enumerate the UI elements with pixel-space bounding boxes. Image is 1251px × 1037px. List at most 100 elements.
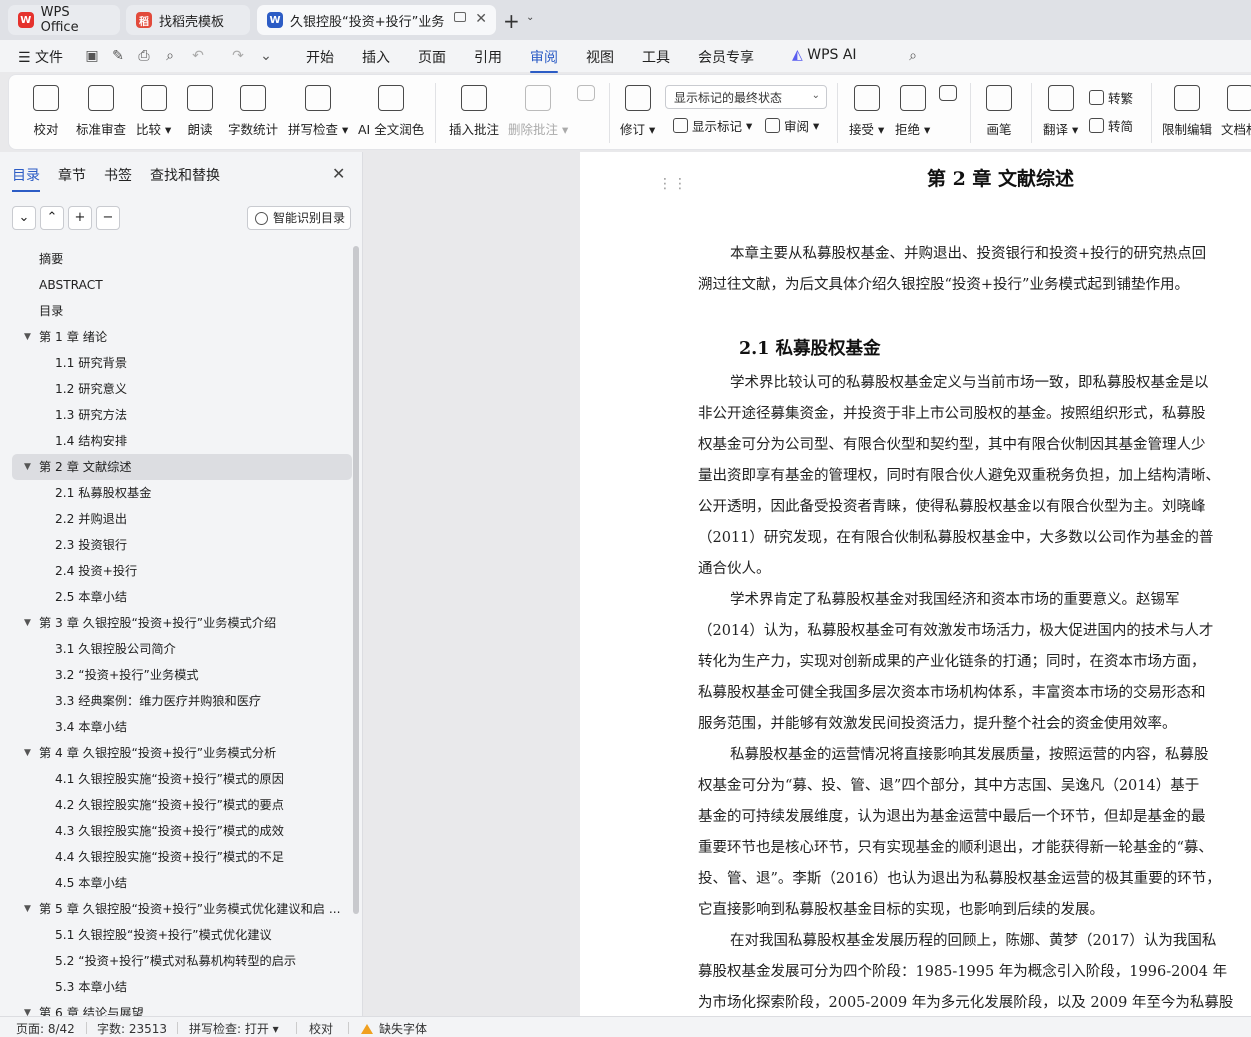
toc-item[interactable]: ▼ 第 1 章 绪论 — [12, 324, 352, 350]
toc-item[interactable]: 2.5 本章小结 — [12, 584, 352, 610]
nav-tab-find-replace[interactable]: 查找和替换 — [150, 165, 220, 185]
review-pane-button[interactable]: 审阅 ▾ — [765, 115, 819, 135]
restrict-edit-button[interactable]: 限制编辑 — [1162, 75, 1212, 151]
word-count[interactable]: 字数: 23513 — [97, 1020, 167, 1037]
review-pane-icon — [765, 117, 780, 133]
toc-item[interactable]: 摘要 — [12, 246, 352, 272]
expand-caret-icon[interactable]: ▼ — [24, 610, 31, 636]
change-nav-button[interactable] — [939, 75, 957, 151]
chevron-down-icon[interactable]: ⌄ — [526, 12, 534, 23]
expand-up-button[interactable]: ⌃ — [40, 206, 64, 230]
toc-item[interactable]: 4.1 久银控股实施“投资+投行”模式的原因 — [12, 766, 352, 792]
accept-button[interactable]: 接受 ▾ — [849, 75, 884, 151]
word-count-button[interactable]: 字数统计 — [228, 75, 278, 151]
toc-item[interactable]: 3.4 本章小结 — [12, 714, 352, 740]
show-markup-button[interactable]: 显示标记 ▾ — [673, 115, 752, 135]
delete-comment-button[interactable]: 删除批注 ▾ — [508, 75, 568, 151]
toc-item[interactable]: 2.1 私募股权基金 — [12, 480, 352, 506]
nav-tab-chapters[interactable]: 章节 — [58, 165, 86, 185]
track-changes-button[interactable]: 修订 ▾ — [620, 75, 655, 151]
tab-docer-templates[interactable]: 稻 找稻壳模板 — [126, 5, 250, 35]
menu-page[interactable]: 页面 — [418, 47, 446, 67]
toc-item[interactable]: 3.3 经典案例：维力医疗并购狼和医疗 — [12, 688, 352, 714]
menu-view[interactable]: 视图 — [586, 47, 614, 67]
page-indicator[interactable]: 页面: 8/42 — [16, 1020, 75, 1037]
chevron-down-icon[interactable]: ⌄ — [258, 48, 274, 64]
toc-item[interactable]: ▼ 第 4 章 久银控股“投资+投行”业务模式分析 — [12, 740, 352, 766]
print-preview-icon[interactable]: ⌕ — [162, 48, 178, 64]
toc-item[interactable]: 4.5 本章小结 — [12, 870, 352, 896]
missing-font-status[interactable]: 缺失字体 — [361, 1020, 427, 1037]
close-tab-icon[interactable]: ✕ — [475, 11, 487, 27]
toc-item[interactable]: 5.1 久银控股“投资+投行”模式优化建议 — [12, 922, 352, 948]
doc-auth-button[interactable]: 文档权 — [1221, 75, 1251, 151]
toc-item[interactable]: 1.4 结构安排 — [12, 428, 352, 454]
toc-item[interactable]: 目录 — [12, 298, 352, 324]
spell-check-status[interactable]: 拼写检查: 打开 ▾ — [189, 1020, 279, 1037]
document-page[interactable]: ⋮⋮ 第 2 章 文献综述 本章主要从私募股权基金、并购退出、投资银行和投资+投… — [580, 152, 1251, 1016]
search-icon[interactable]: ⌕ — [905, 48, 921, 64]
menu-insert[interactable]: 插入 — [362, 47, 390, 67]
expand-caret-icon[interactable]: ▼ — [24, 324, 31, 350]
redo-icon[interactable]: ↷ — [230, 48, 246, 64]
new-tab-icon[interactable]: + — [503, 9, 520, 33]
menu-start[interactable]: 开始 — [306, 47, 334, 67]
proofread-button[interactable]: 校对 — [33, 75, 59, 151]
toc-item[interactable]: 3.1 久银控股公司简介 — [12, 636, 352, 662]
smart-toc-button[interactable]: 智能识别目录 — [247, 206, 351, 230]
toc-item[interactable]: 4.2 久银控股实施“投资+投行”模式的要点 — [12, 792, 352, 818]
close-icon[interactable]: ✕ — [332, 164, 345, 183]
toc-item[interactable]: 4.3 久银控股实施“投资+投行”模式的成效 — [12, 818, 352, 844]
expand-caret-icon[interactable]: ▼ — [24, 454, 31, 480]
translate-button[interactable]: 翻译 ▾ — [1043, 75, 1078, 151]
collapse-all-button[interactable]: ⌄ — [12, 206, 36, 230]
to-traditional-button[interactable]: 转繁 — [1089, 87, 1133, 107]
menu-membership[interactable]: 会员专享 — [698, 47, 754, 67]
toc-item[interactable]: 1.3 研究方法 — [12, 402, 352, 428]
format-painter-icon[interactable]: ✎ — [110, 48, 126, 64]
comment-nav-button[interactable] — [577, 75, 595, 151]
expand-caret-icon[interactable]: ▼ — [24, 740, 31, 766]
toc-item[interactable]: ▼ 第 3 章 久银控股“投资+投行”业务模式介绍 — [12, 610, 352, 636]
menu-wps-ai[interactable]: ◭ WPS AI — [792, 47, 857, 63]
ai-polish-button[interactable]: AI 全文润色 — [358, 75, 424, 151]
menu-tools[interactable]: 工具 — [642, 47, 670, 67]
expand-caret-icon[interactable]: ▼ — [24, 896, 31, 922]
print-icon[interactable]: ⎙ — [136, 48, 152, 64]
menu-references[interactable]: 引用 — [474, 47, 502, 67]
tab-wps-office[interactable]: W WPS Office — [8, 5, 120, 35]
toc-item[interactable]: 5.3 本章小结 — [12, 974, 352, 1000]
toc-item[interactable]: 1.1 研究背景 — [12, 350, 352, 376]
remove-heading-button[interactable]: − — [96, 206, 120, 230]
read-aloud-button[interactable]: 朗读 — [187, 75, 213, 151]
add-heading-button[interactable]: + — [68, 206, 92, 230]
tab-current-document[interactable]: W 久银控股“投资+投行”业务 ✕ — [257, 5, 496, 35]
pen-button[interactable]: 画笔 — [986, 75, 1012, 151]
monitor-icon[interactable] — [454, 12, 466, 22]
toc-item[interactable]: ▼ 第 5 章 久银控股“投资+投行”业务模式优化建议和启 ... — [12, 896, 352, 922]
nav-tab-bookmarks[interactable]: 书签 — [104, 165, 132, 185]
scrollbar[interactable] — [353, 246, 359, 914]
markup-mode-select[interactable]: 显示标记的最终状态 ⌄ — [665, 85, 827, 109]
toc-item[interactable]: ABSTRACT — [12, 272, 352, 298]
toc-item[interactable]: 2.4 投资+投行 — [12, 558, 352, 584]
toc-item[interactable]: 4.4 久银控股实施“投资+投行”模式的不足 — [12, 844, 352, 870]
to-simplified-button[interactable]: 转简 — [1089, 115, 1133, 135]
undo-icon[interactable]: ↶ — [190, 48, 206, 64]
file-menu[interactable]: ☰ 文件 — [18, 47, 63, 67]
toc-item[interactable]: 1.2 研究意义 — [12, 376, 352, 402]
toc-item[interactable]: 5.2 “投资+投行”模式对私募机构转型的启示 — [12, 948, 352, 974]
compare-button[interactable]: 比较 ▾ — [136, 75, 171, 151]
reject-button[interactable]: 拒绝 ▾ — [895, 75, 930, 151]
proofread-status[interactable]: 校对 — [309, 1020, 333, 1037]
toc-item[interactable]: 2.3 投资银行 — [12, 532, 352, 558]
insert-comment-button[interactable]: 插入批注 — [449, 75, 499, 151]
toc-item[interactable]: ▼ 第 2 章 文献综述 — [12, 454, 352, 480]
spell-check-button[interactable]: 拼写检查 ▾ — [288, 75, 348, 151]
standard-review-button[interactable]: 标准审查 — [76, 75, 126, 151]
toc-item[interactable]: 3.2 “投资+投行”业务模式 — [12, 662, 352, 688]
save-icon[interactable]: ▣ — [84, 48, 100, 64]
toc-item[interactable]: 2.2 并购退出 — [12, 506, 352, 532]
menu-review[interactable]: 审阅 — [530, 47, 558, 73]
nav-tab-toc[interactable]: 目录 — [12, 165, 40, 192]
